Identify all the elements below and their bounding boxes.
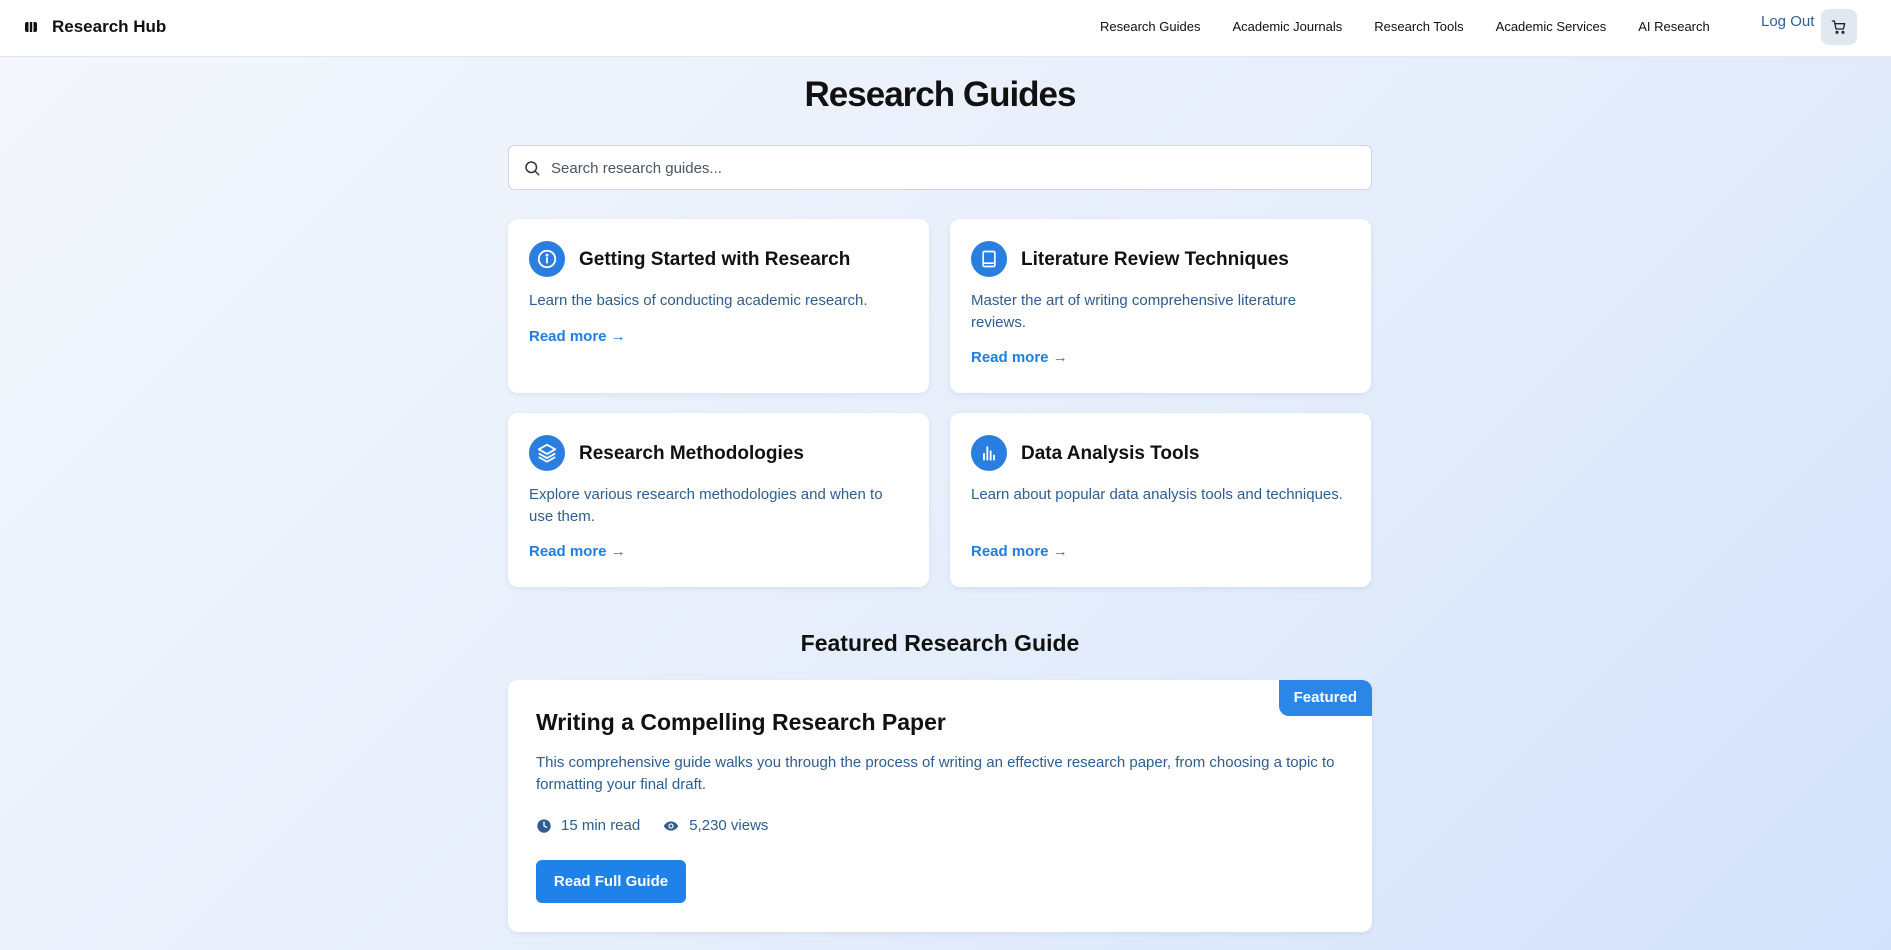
main-nav: Research Guides Academic Journals Resear… — [1100, 19, 1742, 34]
nav-research-guides[interactable]: Research Guides — [1100, 19, 1200, 34]
top-navbar: Research Hub Research Guides Academic Jo… — [0, 0, 1891, 57]
cart-button[interactable] — [1821, 9, 1857, 45]
featured-meta: 15 min read 5,230 views — [536, 817, 790, 834]
featured-section-title: Featured Research Guide — [800, 630, 1080, 656]
read-more-link[interactable]: Read more → — [529, 543, 626, 560]
eye-icon — [663, 820, 679, 831]
featured-description: This comprehensive guide walks you throu… — [536, 754, 1335, 793]
read-time: 15 min read — [536, 817, 640, 834]
search-icon — [523, 159, 541, 182]
card-description: Master the art of writing comprehensive … — [971, 292, 1297, 331]
view-count-text: 5,230 views — [689, 817, 769, 834]
guide-card-data-analysis[interactable]: Data Analysis Tools Learn about popular … — [950, 413, 1371, 587]
nav-academic-services[interactable]: Academic Services — [1496, 19, 1607, 34]
clock-icon — [537, 818, 551, 833]
logo-icon — [24, 20, 38, 34]
info-icon — [529, 241, 565, 277]
guide-card-literature-review[interactable]: Literature Review Techniques Master the … — [950, 219, 1371, 393]
view-count: 5,230 views — [662, 817, 768, 834]
brand-name: Research Hub — [52, 17, 167, 36]
logout-link[interactable]: Log Out — [1761, 13, 1814, 30]
book-icon — [971, 241, 1007, 277]
brand[interactable]: Research Hub — [24, 17, 166, 37]
card-title: Getting Started with Research — [579, 249, 851, 270]
layers-icon — [529, 435, 565, 471]
search-bar — [508, 145, 1372, 190]
card-title: Research Methodologies — [579, 443, 804, 464]
featured-badge: Featured — [1278, 680, 1372, 716]
guide-card-methodologies[interactable]: Research Methodologies Explore various r… — [508, 413, 929, 587]
nav-academic-journals[interactable]: Academic Journals — [1232, 19, 1342, 34]
read-more-link[interactable]: Read more → — [971, 349, 1068, 366]
read-more-link[interactable]: Read more → — [971, 543, 1068, 560]
search-input[interactable] — [551, 154, 1351, 182]
card-title: Data Analysis Tools — [1021, 443, 1200, 464]
bar-chart-icon — [971, 435, 1007, 471]
read-full-guide-button[interactable]: Read Full Guide — [536, 860, 686, 903]
read-more-link[interactable]: Read more → — [529, 328, 626, 345]
card-title: Literature Review Techniques — [1021, 249, 1289, 270]
featured-guide-card: Featured Writing a Compelling Research P… — [508, 680, 1372, 932]
card-description: Learn about popular data analysis tools … — [971, 486, 1343, 503]
guide-card-getting-started[interactable]: Getting Started with Research Learn the … — [508, 219, 929, 393]
nav-research-tools[interactable]: Research Tools — [1374, 19, 1463, 34]
featured-title: Writing a Compelling Research Paper — [536, 709, 946, 735]
card-description: Explore various research methodologies a… — [529, 486, 883, 525]
cart-icon — [1831, 20, 1846, 34]
nav-ai-research[interactable]: AI Research — [1638, 19, 1710, 34]
page-title: Research Guides — [804, 75, 1077, 114]
card-description: Learn the basics of conducting academic … — [529, 292, 868, 309]
read-time-text: 15 min read — [561, 817, 641, 834]
